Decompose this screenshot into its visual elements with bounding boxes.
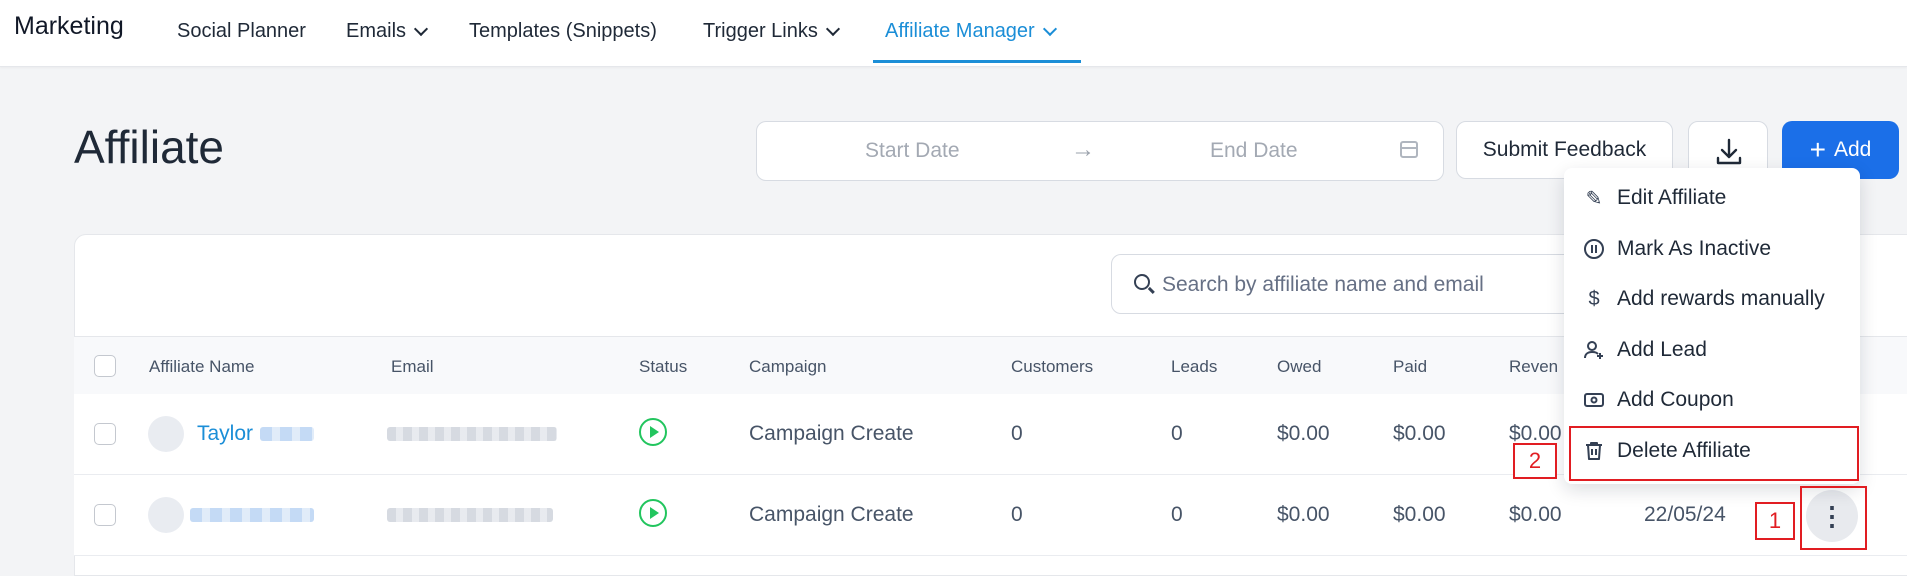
nav-social-planner[interactable]: Social Planner [177, 20, 306, 43]
redacted-email [387, 508, 553, 522]
pencil-icon: ✎ [1585, 187, 1603, 210]
campaign-cell: Campaign Create [749, 503, 914, 526]
redacted-name [260, 427, 314, 441]
start-date-field[interactable]: Start Date [865, 139, 960, 163]
nav-label: Trigger Links [703, 20, 818, 42]
menu-item-label: Add rewards manually [1617, 287, 1825, 310]
nav-emails[interactable]: Emails [346, 20, 429, 43]
nav-label: Social Planner [177, 20, 306, 42]
calendar-icon [1400, 141, 1418, 158]
menu-item-label: Add Coupon [1617, 388, 1734, 411]
select-all-checkbox[interactable] [94, 355, 116, 377]
play-icon [639, 499, 667, 527]
column-header[interactable]: Leads [1171, 357, 1217, 377]
menu-item-add-rewards[interactable]: $ Add rewards manually [1564, 274, 1860, 324]
nav-templates[interactable]: Templates (Snippets) [469, 20, 657, 43]
menu-item-add-lead[interactable]: Add Lead [1564, 325, 1860, 375]
owed-cell: $0.00 [1277, 503, 1330, 526]
column-header[interactable]: Customers [1011, 357, 1093, 377]
annotation-box-actions [1800, 486, 1867, 550]
row-checkbox[interactable] [94, 423, 116, 445]
menu-item-edit-affiliate[interactable]: ✎ Edit Affiliate [1564, 173, 1860, 223]
search-input[interactable]: Search by affiliate name and email [1111, 254, 1591, 314]
chevron-down-icon [825, 21, 840, 36]
annotation-label-2: 2 [1513, 443, 1557, 479]
dollar-icon: $ [1588, 287, 1600, 310]
chevron-down-icon [413, 21, 429, 36]
add-button-label: Add [1833, 138, 1872, 161]
column-header[interactable]: Affiliate Name [149, 357, 255, 377]
column-header[interactable]: Paid [1393, 357, 1427, 377]
annotation-box-delete [1569, 426, 1859, 481]
owed-cell: $0.00 [1277, 422, 1330, 445]
menu-item-add-coupon[interactable]: Add Coupon [1564, 375, 1860, 425]
paid-cell: $0.00 [1393, 422, 1446, 445]
user-plus-icon [1580, 336, 1608, 364]
column-header[interactable]: Reven [1509, 357, 1558, 377]
leads-cell: 0 [1171, 422, 1183, 445]
brand-title: Marketing [14, 12, 124, 40]
nav-affiliate-manager[interactable]: Affiliate Manager [885, 20, 1057, 43]
nav-label: Emails [346, 20, 407, 42]
table-row[interactable]: Campaign Create 0 0 $0.00 $0.00 $0.00 22… [74, 475, 1907, 556]
column-header[interactable]: Status [639, 357, 687, 377]
play-icon [639, 418, 667, 446]
search-icon [1134, 274, 1150, 290]
plus-icon: + [1809, 134, 1826, 165]
avatar [148, 497, 184, 533]
row-checkbox[interactable] [94, 504, 116, 526]
date-cell: 22/05/24 [1644, 503, 1726, 526]
nav-label: Templates (Snippets) [469, 20, 657, 42]
paid-cell: $0.00 [1393, 503, 1446, 526]
menu-item-mark-inactive[interactable]: Mark As Inactive [1564, 224, 1860, 274]
end-date-field[interactable]: End Date [1210, 139, 1298, 163]
leads-cell: 0 [1171, 503, 1183, 526]
column-header[interactable]: Email [391, 357, 434, 377]
coupon-icon [1580, 386, 1608, 414]
avatar [148, 416, 184, 452]
nav-label: Affiliate Manager [885, 20, 1035, 42]
active-tab-indicator [873, 60, 1081, 63]
menu-item-label: Add Lead [1617, 338, 1707, 361]
revenue-cell: $0.00 [1509, 503, 1562, 526]
redacted-email [387, 427, 557, 441]
customers-cell: 0 [1011, 422, 1023, 445]
menu-item-label: Edit Affiliate [1617, 186, 1727, 209]
page-title: Affiliate [74, 121, 225, 173]
pause-icon [1580, 235, 1608, 263]
column-header[interactable]: Campaign [749, 357, 827, 377]
chevron-down-icon [1042, 21, 1057, 36]
top-nav: Marketing Social Planner Emails Template… [0, 0, 1907, 67]
redacted-name [190, 508, 314, 522]
campaign-cell: Campaign Create [749, 422, 914, 445]
date-range-picker[interactable]: Start Date → End Date [756, 121, 1444, 181]
arrow-right-icon: → [1071, 136, 1095, 163]
customers-cell: 0 [1011, 503, 1023, 526]
column-header[interactable]: Owed [1277, 357, 1321, 377]
menu-item-label: Mark As Inactive [1617, 237, 1772, 260]
nav-trigger-links[interactable]: Trigger Links [703, 20, 840, 43]
affiliate-name-link[interactable]: Taylor [197, 422, 253, 446]
search-placeholder: Search by affiliate name and email [1162, 273, 1484, 296]
annotation-label-1: 1 [1755, 502, 1795, 540]
